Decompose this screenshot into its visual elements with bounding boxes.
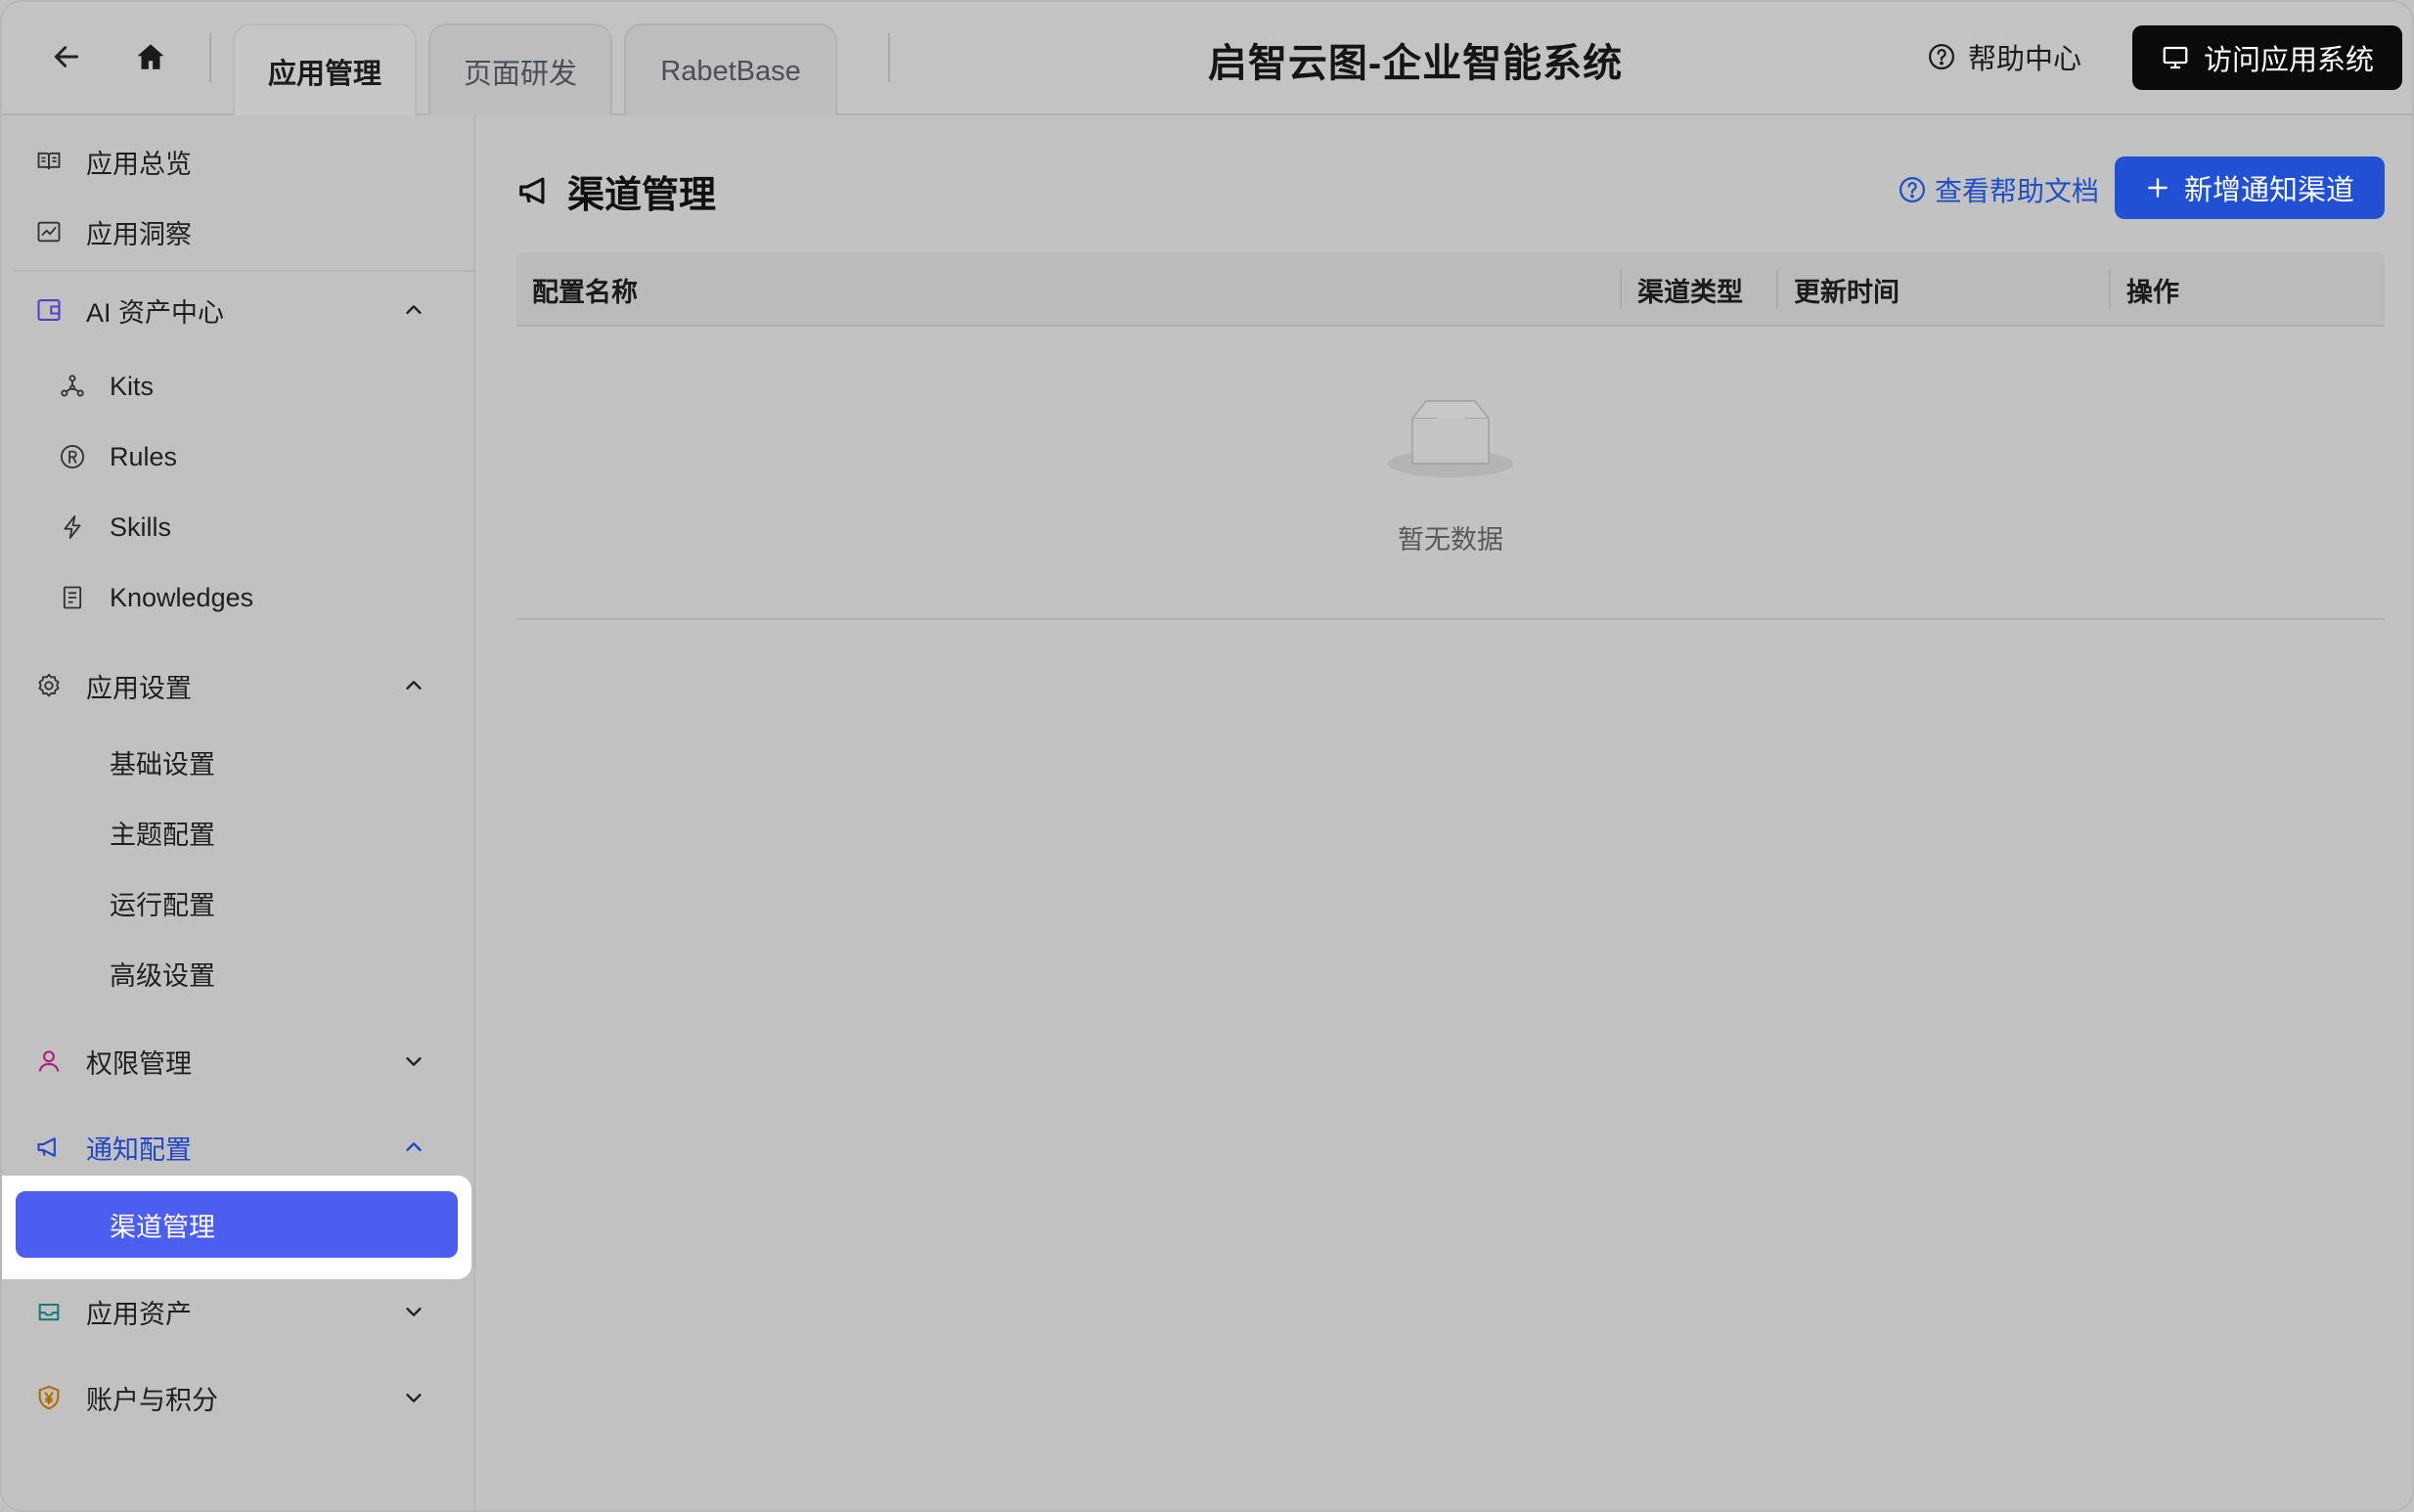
plus-icon	[2148, 178, 2168, 198]
page-title-text: 渠道管理	[567, 174, 717, 216]
add-channel-label: 新增通知渠道	[2183, 175, 2354, 206]
monitor-icon	[2163, 46, 2188, 69]
column-header-actions[interactable]: 操作	[2126, 252, 2179, 327]
channel-table: 配置名称 渠道类型 更新时间 操作 暂无数据	[516, 252, 2385, 620]
chevron-up-icon	[406, 305, 422, 314]
divider	[888, 33, 890, 82]
divider	[209, 33, 211, 82]
sidebar-item-label: Kits	[110, 371, 155, 401]
empty-inbox-icon	[1388, 400, 1513, 477]
sidebar-item-insight[interactable]: 应用洞察	[14, 200, 466, 264]
tab-page-dev[interactable]: 页面研发	[428, 23, 612, 117]
sidebar-divider	[14, 270, 475, 272]
sidebar-item-skills[interactable]: Skills	[14, 495, 466, 559]
arrow-left-icon	[54, 46, 79, 67]
sidebar-group-app-settings[interactable]: 应用设置	[14, 653, 466, 718]
sidebar-group-app-assets[interactable]: 应用资产	[14, 1279, 466, 1344]
user-icon	[35, 1047, 63, 1075]
sidebar-item-theme-config[interactable]: 主题配置	[14, 800, 466, 865]
sidebar-item-channel-management[interactable]: 渠道管理	[16, 1191, 458, 1258]
gear-icon	[35, 672, 63, 699]
help-doc-link[interactable]: 查看帮助文档	[1898, 166, 2099, 213]
column-header-updated-time[interactable]: 更新时间	[1794, 252, 1900, 327]
sidebar-group-label: 应用资产	[86, 1299, 192, 1329]
nodes-icon	[59, 373, 86, 400]
inbox-icon	[35, 1298, 63, 1325]
sidebar-item-label: 应用总览	[86, 149, 192, 179]
home-icon	[137, 44, 164, 69]
sidebar-group-permissions[interactable]: 权限管理	[14, 1029, 466, 1093]
sidebar-item-runtime-config[interactable]: 运行配置	[14, 870, 466, 935]
sidebar-item-label: 高级设置	[110, 960, 215, 991]
wallet-icon	[35, 296, 63, 324]
help-center-link[interactable]: 帮助中心	[1927, 35, 2081, 78]
app-window: 应用管理 页面研发 RabetBase 启智云图-企业智能系统 帮助中心 访问应…	[0, 0, 2414, 1512]
home-button[interactable]	[125, 31, 176, 82]
sidebar-group-label: 应用设置	[86, 673, 192, 703]
tab-rabetbase[interactable]: RabetBase	[624, 23, 837, 117]
visit-app-button[interactable]: 访问应用系统	[2132, 25, 2402, 90]
column-divider	[1776, 270, 1778, 309]
sidebar-item-label: Rules	[110, 441, 178, 471]
sidebar-item-basic-settings[interactable]: 基础设置	[14, 730, 466, 794]
visit-app-label: 访问应用系统	[2203, 45, 2374, 76]
megaphone-icon	[35, 1134, 63, 1161]
sidebar-item-kits[interactable]: Kits	[14, 354, 466, 419]
sidebar-item-overview[interactable]: 应用总览	[14, 129, 466, 194]
sidebar-item-label: Skills	[110, 511, 172, 542]
main-content: 渠道管理 查看帮助文档 新增通知渠道 配置名称 渠道类型 更新时间 操作 暂无数…	[477, 115, 2412, 1510]
tab-app-management[interactable]: 应用管理	[233, 23, 417, 117]
sidebar-group-label: 账户与积分	[86, 1385, 218, 1415]
sidebar-item-label: 基础设置	[110, 749, 215, 779]
sidebar-group-label: 通知配置	[86, 1134, 192, 1165]
add-channel-button[interactable]: 新增通知渠道	[2115, 156, 2385, 219]
empty-state: 暂无数据	[516, 327, 2385, 618]
megaphone-icon	[519, 177, 545, 204]
document-icon	[59, 584, 86, 611]
sidebar-item-label: Knowledges	[110, 582, 254, 612]
table-header: 配置名称 渠道类型 更新时间 操作	[516, 252, 2385, 327]
sidebar-item-knowledges[interactable]: Knowledges	[14, 565, 466, 630]
sidebar-group-account-points[interactable]: 账户与积分	[14, 1365, 466, 1430]
sidebar-item-advanced-settings[interactable]: 高级设置	[14, 941, 466, 1005]
chevron-down-icon	[406, 1394, 422, 1402]
book-open-icon	[35, 148, 63, 175]
sidebar-group-label: 权限管理	[86, 1048, 192, 1079]
help-center-label: 帮助中心	[1968, 44, 2082, 75]
help-doc-label: 查看帮助文档	[1935, 176, 2100, 206]
empty-state-text: 暂无数据	[1398, 525, 1503, 555]
sidebar-group-ai-assets[interactable]: AI 资产中心	[14, 278, 466, 342]
sidebar-item-rules[interactable]: Rules	[14, 424, 466, 489]
back-button[interactable]	[41, 31, 92, 82]
chevron-down-icon	[406, 1057, 422, 1066]
sidebar-group-notify-config[interactable]: 通知配置	[14, 1115, 466, 1179]
registered-icon	[59, 443, 86, 470]
app-title: 启智云图-企业智能系统	[1207, 42, 1624, 85]
sidebar-group-label: AI 资产中心	[86, 297, 225, 328]
lightning-icon	[59, 513, 86, 541]
line-chart-icon	[35, 218, 63, 245]
column-divider	[2109, 270, 2111, 309]
chevron-up-icon	[406, 681, 422, 689]
chevron-up-icon	[406, 1142, 422, 1151]
page-title: 渠道管理	[516, 162, 716, 219]
help-circle-icon	[1900, 177, 1925, 202]
sidebar-item-label: 运行配置	[110, 890, 215, 920]
column-header-config-name[interactable]: 配置名称	[532, 252, 638, 327]
column-divider	[1620, 270, 1622, 309]
yen-shield-icon	[35, 1384, 63, 1411]
help-circle-icon	[1929, 44, 1954, 69]
chevron-down-icon	[406, 1308, 422, 1316]
sidebar: 应用总览 应用洞察 AI 资产中心 Kits Rules Skills Know…	[2, 115, 475, 1510]
sidebar-item-label: 主题配置	[110, 820, 215, 850]
top-bar: 应用管理 页面研发 RabetBase 启智云图-企业智能系统 帮助中心 访问应…	[2, 2, 2412, 117]
column-header-channel-type[interactable]: 渠道类型	[1637, 252, 1743, 327]
sidebar-item-label: 渠道管理	[110, 1212, 215, 1242]
sidebar-item-label: 应用洞察	[86, 219, 192, 249]
